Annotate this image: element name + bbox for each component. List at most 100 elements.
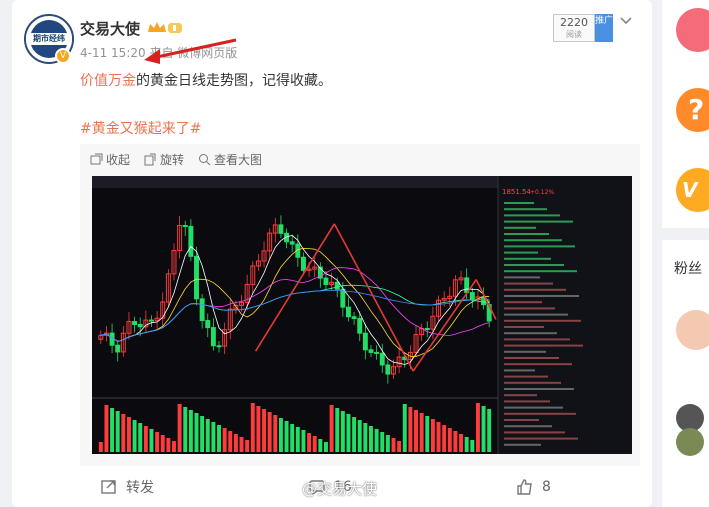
volume-bar	[329, 405, 334, 452]
candle	[115, 344, 121, 353]
volume-bar	[464, 437, 469, 452]
collect-label: 收起	[106, 153, 131, 167]
volume-bar	[470, 440, 475, 452]
orderbook-row	[504, 375, 548, 378]
username[interactable]: 交易大使	[80, 18, 140, 39]
volume-bar	[318, 439, 323, 452]
fan-avatar[interactable]	[676, 428, 704, 456]
volume-bar	[273, 415, 278, 452]
zoom-icon	[199, 154, 211, 166]
candle	[357, 318, 363, 334]
orderbook-row	[504, 394, 537, 397]
post-text-rest: 的黄金日线走势图，记得收藏。	[136, 73, 332, 89]
rotate-button[interactable]: 旋转	[144, 151, 184, 168]
volume-bar	[430, 419, 435, 452]
orderbook-row	[504, 276, 540, 279]
quote-change: +0.12%	[530, 189, 554, 196]
volume-bar	[211, 422, 216, 452]
rotate-label: 旋转	[160, 153, 185, 167]
view-large-label: 查看大图	[214, 153, 263, 167]
collect-button[interactable]: 收起	[90, 151, 130, 168]
volume-bar	[295, 427, 300, 452]
volume-bar	[402, 404, 407, 452]
volume-bar	[138, 423, 143, 452]
candle	[137, 324, 143, 328]
avatar-text: 期市经纬	[26, 33, 72, 45]
orderbook-row	[504, 419, 539, 421]
orderbook-row	[504, 363, 572, 366]
fan-avatar[interactable]	[676, 310, 709, 350]
orderbook-row	[504, 251, 538, 254]
volume-bar	[262, 409, 267, 452]
orderbook-row	[504, 233, 549, 235]
gold-daily-chart[interactable]: 1851.54 +0.12%	[92, 176, 632, 454]
volume-bar	[172, 441, 176, 452]
verified-badge-icon: V	[55, 48, 71, 64]
candle	[278, 224, 284, 234]
orderbook-row	[504, 388, 574, 390]
volume-bar	[188, 410, 193, 452]
annotation-arrow	[144, 38, 237, 64]
orderbook-row	[504, 288, 566, 291]
orderbook-row	[504, 313, 568, 316]
candle	[210, 327, 216, 347]
volume-bar	[335, 408, 340, 452]
candle	[300, 256, 306, 271]
volume-bar	[487, 409, 492, 452]
orderbook-row	[504, 226, 536, 229]
like-button[interactable]: 8	[516, 474, 551, 500]
volume-bar	[369, 426, 373, 452]
media-toolbar: 收起 旋转 查看大图	[90, 151, 262, 168]
candle	[289, 241, 295, 245]
volume-bar	[267, 412, 272, 452]
volume-bar	[475, 403, 480, 452]
orderbook-row	[504, 239, 562, 242]
volume-bar	[346, 414, 351, 452]
volume-bar	[194, 413, 199, 452]
candle	[469, 292, 475, 301]
volume-bar	[363, 423, 368, 452]
promote-button[interactable]: 推广	[595, 14, 613, 42]
read-count-box: 2220 阅读	[553, 14, 595, 42]
volume-bar	[233, 434, 238, 452]
volume-bar	[391, 438, 396, 452]
volume-bar	[98, 442, 103, 452]
orderbook-row	[504, 350, 546, 353]
candle	[149, 319, 154, 322]
volume-bar	[385, 435, 390, 452]
read-label: 阅读	[566, 30, 582, 39]
candle	[368, 349, 374, 353]
volume-bar	[425, 416, 430, 452]
orderbook-row	[504, 282, 553, 285]
orderbook-row	[504, 319, 581, 322]
hashtag-link[interactable]: #黄金又猴起来了#	[80, 118, 201, 138]
orderbook-row	[504, 412, 576, 415]
orderbook-row	[504, 208, 547, 211]
volume-bar	[278, 418, 283, 452]
orderbook-row	[504, 202, 534, 204]
right-sidebar: ? V 粉丝	[662, 0, 709, 507]
read-count: 2220	[560, 16, 588, 29]
volume-bar	[200, 416, 205, 452]
candle	[351, 316, 357, 320]
orderbook-row	[504, 338, 570, 341]
chevron-down-icon[interactable]	[618, 12, 634, 28]
repost-button[interactable]: 转发	[100, 474, 154, 500]
orderbook-row	[504, 220, 573, 223]
volume-bar	[459, 434, 464, 452]
volume-bar	[374, 429, 379, 452]
volume-bar	[352, 417, 357, 452]
orderbook-row	[504, 326, 544, 328]
volume-bar	[397, 441, 402, 452]
volume-bar	[149, 429, 154, 452]
volume-bar	[312, 436, 317, 452]
volume-bar	[284, 421, 289, 452]
candle	[379, 352, 385, 366]
view-large-button[interactable]: 查看大图	[198, 151, 262, 168]
volume-bar	[323, 442, 328, 452]
post-text-highlight[interactable]: 价值万金	[80, 73, 136, 89]
vip-crown-icon[interactable]	[146, 20, 184, 36]
volume-bar	[307, 433, 312, 452]
orderbook-row	[504, 332, 557, 335]
orderbook-row	[504, 307, 555, 310]
